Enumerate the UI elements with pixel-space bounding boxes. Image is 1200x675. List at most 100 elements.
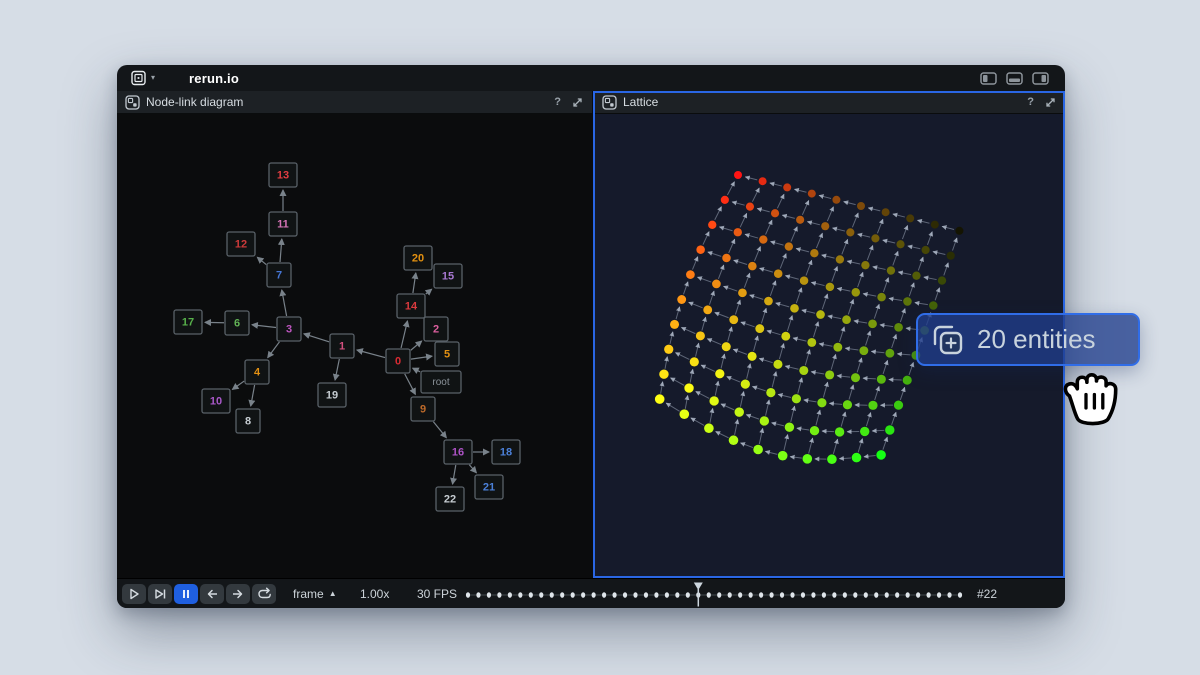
graph-node-3[interactable]: 3 [277,317,301,341]
lattice-node[interactable] [843,400,852,409]
lattice-node[interactable] [931,221,939,229]
expand-view-icon[interactable] [571,96,584,109]
graph-node-7[interactable]: 7 [267,263,291,287]
lattice-node[interactable] [715,369,724,378]
lattice-node[interactable] [859,346,868,355]
lattice-node[interactable] [868,401,877,410]
lattice-node[interactable] [938,276,946,284]
graph-node-16[interactable]: 16 [444,440,472,464]
lattice-node[interactable] [785,422,794,431]
lattice-node[interactable] [835,427,844,436]
expand-view-icon[interactable] [1044,96,1057,109]
lattice-node[interactable] [906,214,914,222]
lattice-node[interactable] [861,261,869,269]
lattice-node[interactable] [659,369,668,378]
lattice-node[interactable] [816,310,825,319]
lattice-node[interactable] [785,242,793,250]
lattice-node[interactable] [680,409,690,419]
lattice-node[interactable] [796,216,804,224]
lattice-node[interactable] [734,171,742,179]
lattice-node[interactable] [755,324,764,333]
lattice-node[interactable] [729,435,739,445]
lattice-node[interactable] [877,375,886,384]
lattice-node[interactable] [825,370,834,379]
lattice-node[interactable] [799,366,808,375]
lattice-node[interactable] [753,445,763,455]
lattice-node[interactable] [832,196,840,204]
lattice-node[interactable] [748,262,757,271]
lattice-node[interactable] [808,190,816,198]
lattice-node[interactable] [912,271,920,279]
lattice-node[interactable] [771,209,779,217]
lattice-node[interactable] [827,454,837,464]
graph-node-9[interactable]: 9 [411,397,435,421]
app-menu-button[interactable]: ▾ [130,69,155,87]
lattice-node[interactable] [810,426,819,435]
lattice-node[interactable] [759,235,767,243]
lattice-node[interactable] [955,227,963,235]
lattice-node[interactable] [868,319,877,328]
lattice-node[interactable] [833,343,842,352]
lattice-node[interactable] [851,288,860,297]
lattice-node[interactable] [759,177,767,185]
help-icon[interactable]: ? [1023,96,1038,108]
lattice-node[interactable] [746,203,754,211]
left-panel-toggle-button[interactable] [980,72,997,85]
lattice-node[interactable] [704,423,714,433]
right-panel-toggle-button[interactable] [1032,72,1049,85]
lattice-node[interactable] [764,297,773,306]
lattice-node[interactable] [655,394,665,404]
lattice-node[interactable] [709,396,718,405]
lattice-node[interactable] [696,331,705,340]
lattice-node[interactable] [821,222,829,230]
lattice-node[interactable] [778,451,788,461]
lattice-node[interactable] [860,427,869,436]
lattice-node[interactable] [929,301,938,310]
lattice-node[interactable] [738,288,747,297]
lattice-node[interactable] [774,269,783,278]
lattice-node[interactable] [741,380,750,389]
graph-node-22[interactable]: 22 [436,487,464,511]
node-link-canvas[interactable]: 012345678910111213141516171819202122root [117,114,593,578]
lattice-node[interactable] [882,208,890,216]
graph-node-1[interactable]: 1 [330,334,354,358]
lattice-node[interactable] [696,245,705,254]
lattice-node[interactable] [922,246,930,254]
lattice-node[interactable] [800,276,809,285]
lattice-node[interactable] [748,352,757,361]
lattice-node[interactable] [903,297,912,306]
lattice-node[interactable] [876,450,886,460]
graph-node-4[interactable]: 4 [245,360,269,384]
lattice-node[interactable] [877,293,886,302]
lattice-node[interactable] [664,345,673,354]
bottom-panel-toggle-button[interactable] [1006,72,1023,85]
lattice-node[interactable] [677,295,686,304]
graph-node-0[interactable]: 0 [386,349,410,373]
lattice-node[interactable] [722,342,731,351]
lattice-node[interactable] [842,315,851,324]
graph-node-6[interactable]: 6 [225,311,249,335]
lattice-node[interactable] [851,373,860,382]
node-link-panel-header[interactable]: Node-link diagram ? [117,91,594,114]
graph-node-19[interactable]: 19 [318,383,346,407]
lattice-node[interactable] [846,228,854,236]
lattice-node[interactable] [783,183,791,191]
lattice-node[interactable] [817,398,826,407]
timeline-scrubber[interactable] [117,579,1065,608]
lattice-panel-header[interactable]: Lattice ? [594,91,1065,114]
lattice-node[interactable] [852,453,862,463]
lattice-node[interactable] [773,360,782,369]
graph-node-20[interactable]: 20 [404,246,432,270]
lattice-node[interactable] [885,349,894,358]
lattice-node[interactable] [803,454,813,464]
lattice-node[interactable] [735,407,744,416]
graph-node-12[interactable]: 12 [227,232,255,256]
graph-node-8[interactable]: 8 [236,409,260,433]
lattice-node[interactable] [885,425,894,434]
help-icon[interactable]: ? [550,96,565,108]
lattice-node[interactable] [766,388,775,397]
lattice-node[interactable] [790,304,799,313]
lattice-node[interactable] [708,221,716,229]
lattice-node[interactable] [903,376,912,385]
graph-node-10[interactable]: 10 [202,389,230,413]
